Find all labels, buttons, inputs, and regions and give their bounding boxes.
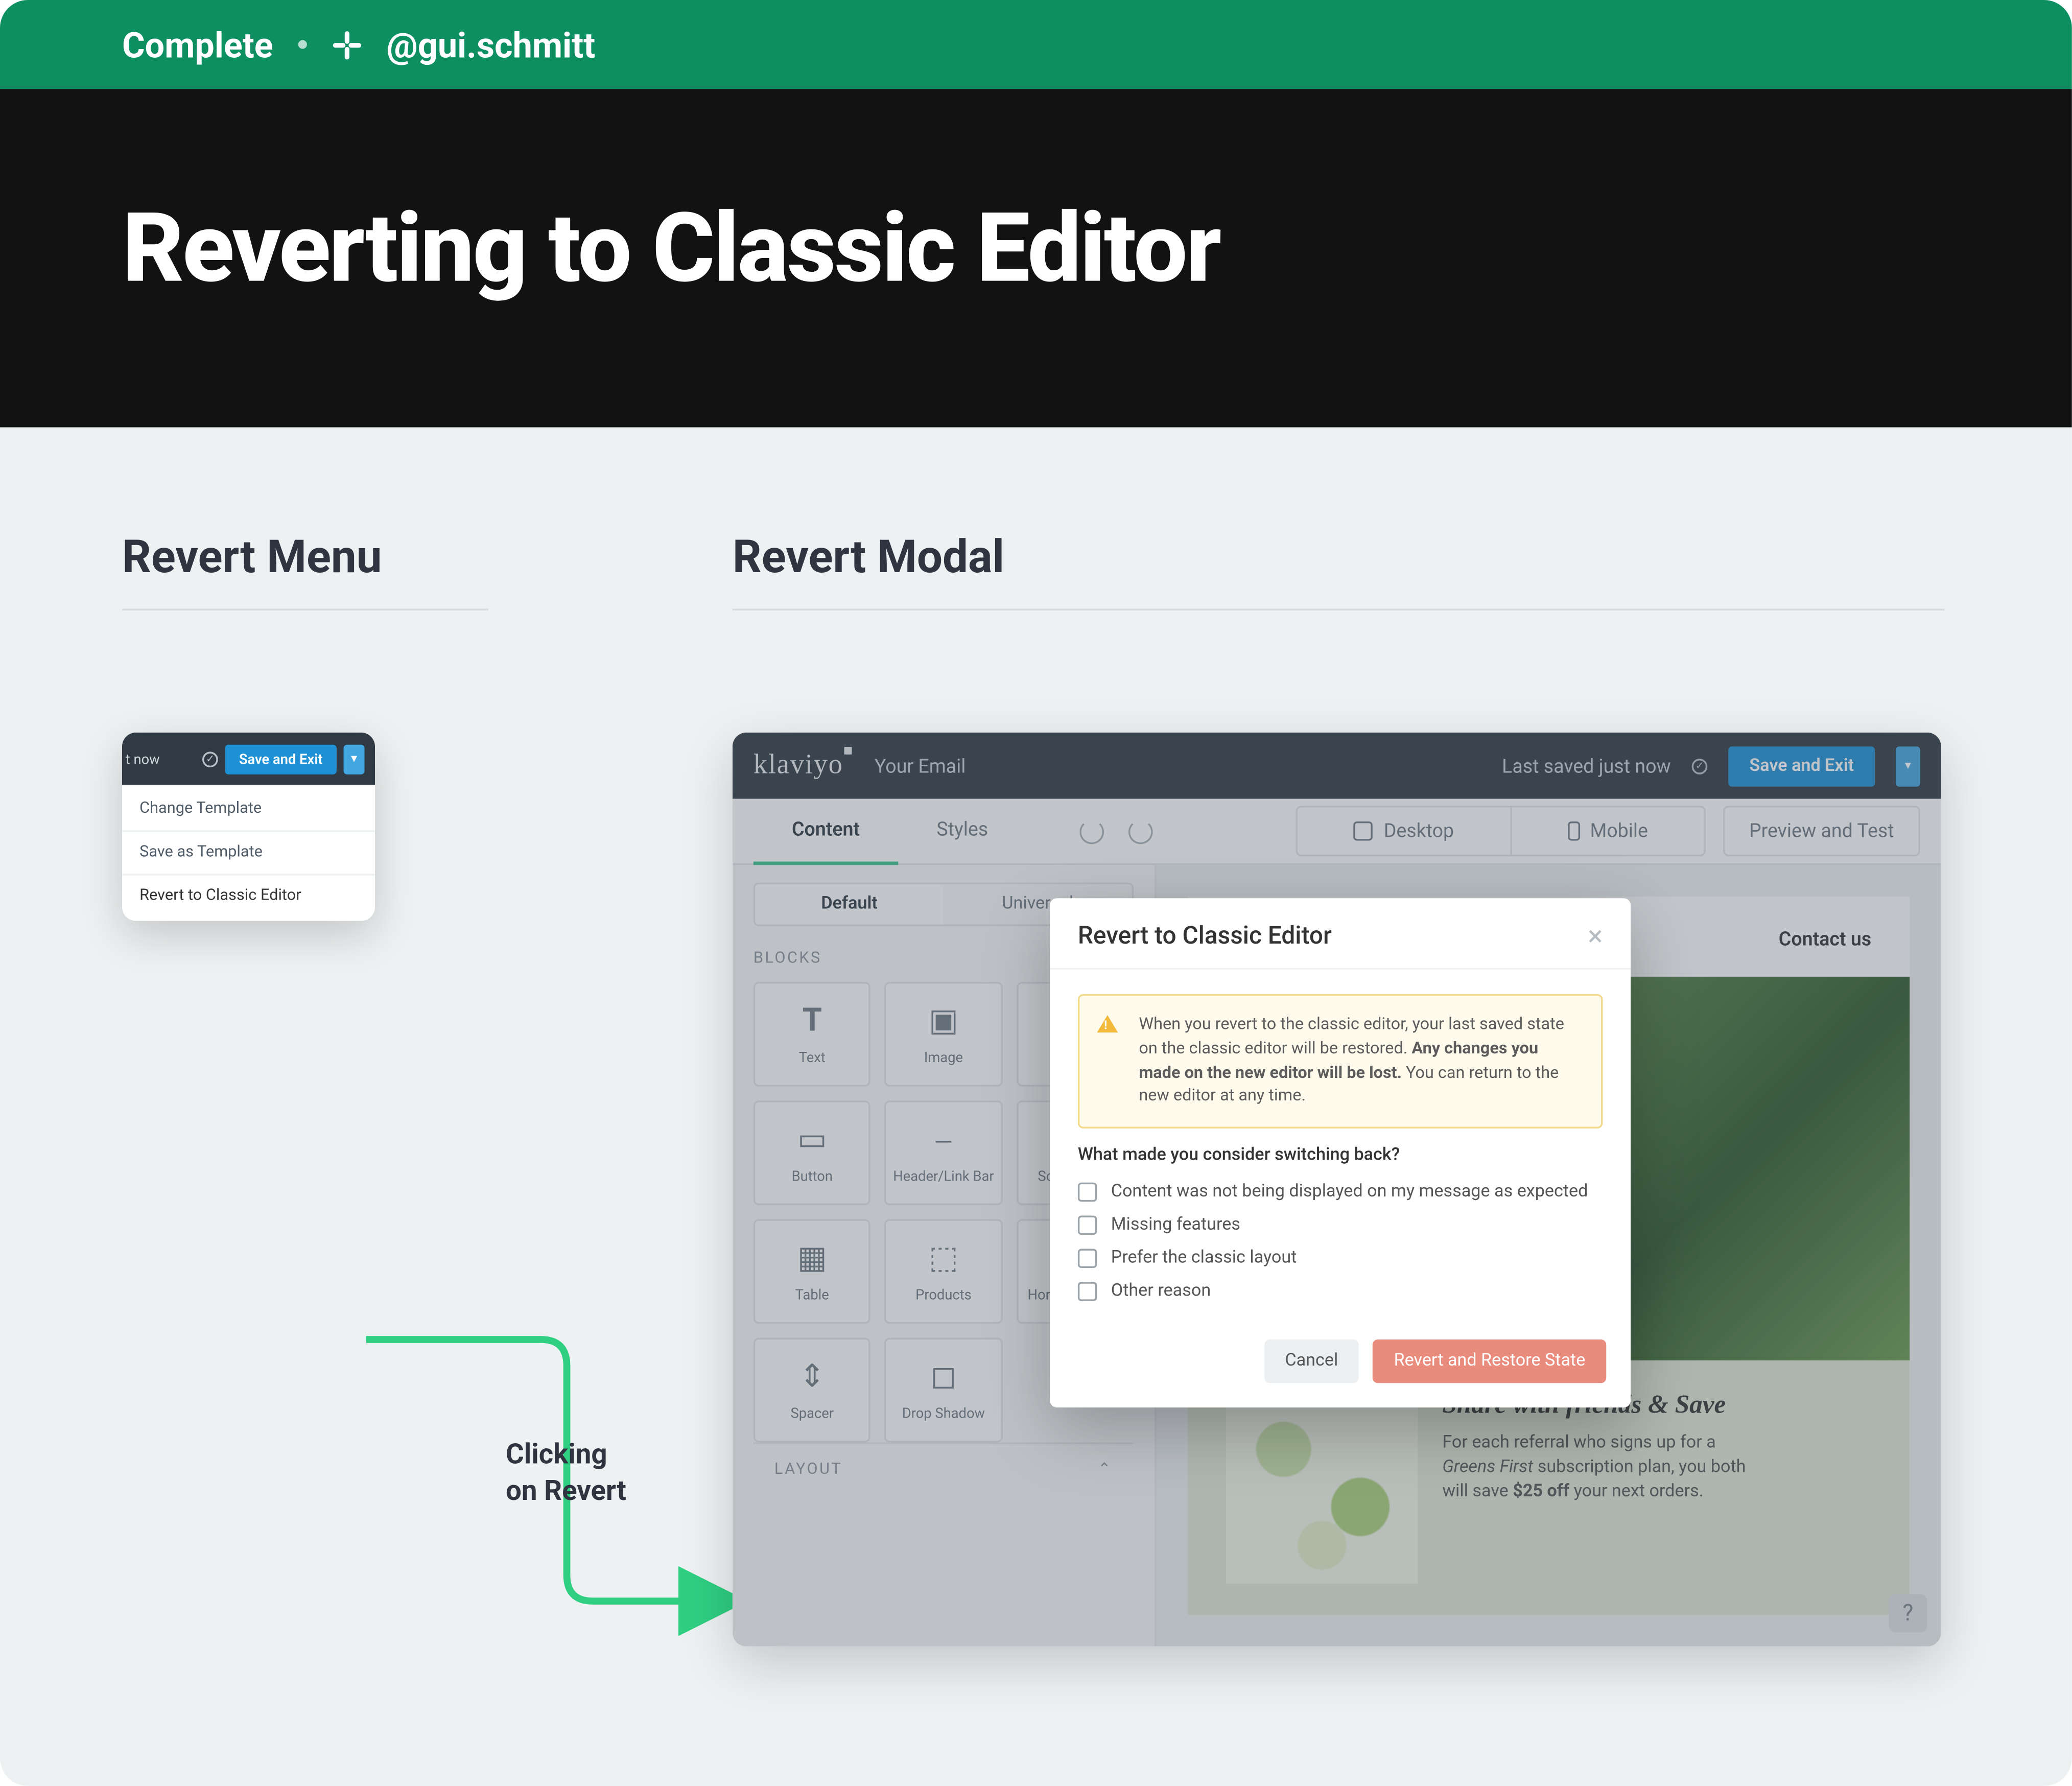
project-status: Complete	[122, 24, 273, 65]
save-and-exit-dropdown-caret[interactable]: ▾	[344, 744, 365, 773]
page-title: Reverting to Classic Editor	[122, 194, 1950, 305]
survey-question: What made you consider switching back?	[1050, 1146, 1631, 1176]
option-other[interactable]: Other reason	[1078, 1275, 1603, 1308]
warning-icon	[1097, 1015, 1118, 1032]
section-title-left: Revert Menu	[122, 532, 488, 610]
option-content-display[interactable]: Content was not being displayed on my me…	[1078, 1176, 1603, 1209]
revert-button[interactable]: Revert and Restore State	[1373, 1340, 1607, 1383]
project-topbar: Complete @gui.schmitt	[0, 0, 2072, 89]
dropdown-item-save-as-template[interactable]: Save as Template	[122, 830, 375, 874]
editor-header-snippet: t now ✓ Save and Exit ▾	[122, 733, 375, 785]
revert-modal: Revert to Classic Editor × When you reve…	[1050, 898, 1631, 1407]
section-title-right: Revert Modal	[733, 532, 1945, 610]
cancel-button[interactable]: Cancel	[1264, 1340, 1359, 1383]
option-prefer-classic[interactable]: Prefer the classic layout	[1078, 1242, 1603, 1275]
checkbox-icon[interactable]	[1078, 1249, 1097, 1268]
separator-dot	[298, 40, 307, 49]
option-missing-features[interactable]: Missing features	[1078, 1209, 1603, 1242]
close-icon[interactable]: ×	[1588, 923, 1603, 951]
hero: Reverting to Classic Editor	[0, 89, 2072, 427]
checkbox-icon[interactable]	[1078, 1183, 1097, 1202]
author-mention: @gui.schmitt	[387, 24, 596, 65]
save-and-exit-button[interactable]: Save and Exit	[225, 744, 337, 773]
revert-menu-card: t now ✓ Save and Exit ▾ Change Template …	[122, 733, 375, 921]
saved-text-fragment: t now	[122, 751, 160, 767]
dropdown-item-revert[interactable]: Revert to Classic Editor	[122, 874, 375, 917]
slack-icon	[331, 29, 362, 60]
warning-banner: When you revert to the classic editor, y…	[1078, 994, 1603, 1129]
dropdown-item-change-template[interactable]: Change Template	[122, 788, 375, 830]
survey-options: Content was not being displayed on my me…	[1050, 1176, 1631, 1326]
checkbox-icon[interactable]	[1078, 1216, 1097, 1235]
check-icon: ✓	[202, 751, 218, 767]
flow-arrow-label: Clicking on Revert	[506, 1437, 626, 1510]
save-dropdown: Change Template Save as Template Revert …	[122, 785, 375, 921]
checkbox-icon[interactable]	[1078, 1282, 1097, 1302]
modal-title: Revert to Classic Editor	[1078, 923, 1332, 951]
editor-window: ? klaviyo■ Your Email Last saved just no…	[733, 733, 1941, 1647]
